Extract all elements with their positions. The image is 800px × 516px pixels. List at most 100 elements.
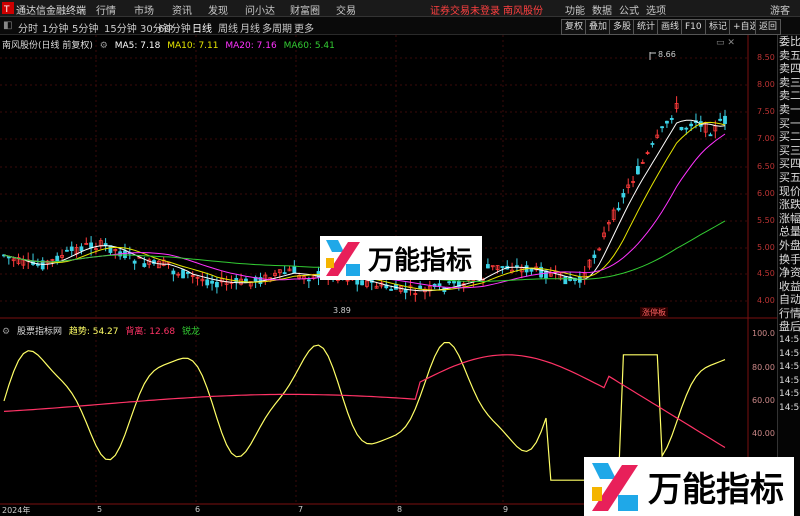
minimize-icon[interactable]: ▭ — [716, 38, 725, 48]
xaxis-label-aug: 8 — [397, 505, 403, 514]
settings-icon[interactable]: ⚙ — [100, 41, 108, 51]
quote-field-label: 卖二 — [779, 89, 800, 103]
high-annotation: 8.66 — [658, 50, 676, 59]
candle-body — [205, 279, 210, 286]
tick-list-item: 14:56 — [779, 403, 800, 414]
ma5-label: MA5: 7.18 — [114, 41, 161, 51]
price-tick: 7.00 — [757, 134, 775, 143]
watermark-center: 万能指标 — [320, 236, 482, 280]
quote-field-label: 委比 — [779, 35, 800, 48]
candle-body — [665, 120, 669, 124]
candle-body — [447, 281, 452, 284]
candle-body — [635, 166, 640, 175]
tick-list-item: 14:56 — [779, 335, 800, 346]
tick-list-item: 行情 — [779, 306, 800, 320]
price-tick: 6.00 — [757, 189, 775, 198]
tick-list-item: 14:56 — [779, 348, 800, 359]
xaxis-label-sep: 9 — [503, 505, 509, 514]
tick-list-item: 14:56 — [779, 389, 800, 400]
candle-body — [65, 249, 69, 252]
candle-body — [544, 270, 548, 279]
candle-body — [132, 260, 137, 264]
candle-body — [79, 246, 84, 252]
candle-body — [723, 115, 727, 124]
quote-field-label: 买四 — [779, 157, 800, 171]
candle-body — [123, 250, 127, 259]
quote-field-label: 外盘 — [779, 238, 800, 252]
indicator-settings-icon[interactable]: ⚙ — [2, 327, 10, 337]
candle-body — [292, 266, 297, 274]
price-tick: 5.50 — [757, 216, 775, 225]
candle-body — [718, 118, 723, 121]
candle-body — [669, 118, 674, 120]
quote-field-label: 买三 — [779, 143, 800, 157]
indicator-tick: 40.00 — [752, 429, 775, 438]
candle-body — [684, 127, 689, 130]
candle-body — [103, 243, 108, 246]
quote-field-label: 卖五 — [779, 48, 800, 62]
watermark-logo-icon — [326, 240, 360, 276]
price-tick: 8.00 — [757, 80, 775, 89]
back-label: 背离: 12.68 — [125, 327, 176, 337]
candle-body — [679, 126, 684, 131]
candle-body — [210, 280, 214, 284]
close-icon[interactable]: ✕ — [727, 38, 735, 48]
candle-body — [592, 254, 597, 258]
stock-name-label: 南风股份(日线 前复权) — [2, 41, 93, 51]
quote-field-label: 买五 — [779, 170, 800, 184]
watermark-text: 万能指标 — [368, 245, 473, 276]
back-line — [3, 354, 726, 449]
quote-field-label: 收益 — [779, 279, 800, 293]
watermark-text-large: 万能指标 — [648, 470, 784, 510]
candle-body — [282, 272, 287, 275]
candle-body — [621, 193, 626, 198]
candle-body — [689, 123, 694, 127]
indicator-name: 股票指标网 — [16, 327, 62, 337]
ma20-label: MA20: 7.16 — [225, 41, 277, 51]
limit-badge: 涨停板 — [642, 307, 666, 317]
candle-body — [69, 246, 74, 252]
xaxis-label-jun: 6 — [195, 505, 201, 514]
candle-body — [389, 289, 394, 291]
price-tick: 4.00 — [757, 296, 775, 305]
candle-body — [485, 264, 490, 269]
candle-body — [650, 143, 655, 145]
trend-label: 趋势: 54.27 — [68, 327, 119, 337]
xaxis-label-jul: 7 — [298, 505, 304, 514]
indicator-tick: 100.0 — [752, 329, 775, 338]
candle-body — [500, 266, 505, 268]
candle-body — [437, 283, 442, 287]
candle-body — [515, 265, 519, 268]
quote-field-label: 卖四 — [779, 62, 800, 76]
candle-body — [660, 126, 664, 129]
quote-field-label: 涨跌 — [779, 198, 800, 212]
watermark-corner: 万能指标 — [584, 457, 794, 516]
price-tick: 4.50 — [757, 269, 775, 278]
quote-field-label: 卖三 — [779, 75, 800, 89]
quote-field-label: 买一 — [779, 116, 800, 130]
quote-field-label: 换手 — [779, 252, 800, 266]
quote-field-label: 总量 — [779, 225, 800, 239]
candle-body — [616, 207, 621, 211]
xaxis-label-year: 2024年 — [2, 506, 31, 515]
ma10-label: MA10: 7.11 — [167, 41, 219, 51]
quote-field-label: 卖一 — [779, 102, 800, 116]
low-annotation: 3.89 — [333, 306, 351, 315]
quote-field-label: 现价 — [779, 184, 800, 198]
ma60-label: MA60: 5.41 — [283, 41, 335, 51]
xaxis-label-may: 5 — [97, 505, 103, 514]
tick-list-item: 14:56 — [779, 375, 800, 386]
price-tick: 6.50 — [757, 162, 775, 171]
candle-body — [181, 269, 185, 279]
indicator-tick: 80.00 — [752, 363, 775, 372]
candle-body — [171, 270, 176, 275]
ma-legend: 南风股份(日线 前复权) ⚙ MA5: 7.18 MA10: 7.11 MA20… — [2, 38, 339, 51]
tick-list-item: 自动 — [779, 293, 800, 307]
candle-body — [708, 134, 713, 137]
dragon-label: 锐龙 — [181, 327, 200, 337]
candle-body — [215, 281, 219, 288]
price-tick: 7.50 — [757, 107, 775, 116]
indicator-legend: ⚙ 股票指标网 趋势: 54.27 背离: 12.68 锐龙 — [2, 324, 204, 337]
candle-body — [360, 280, 364, 286]
tick-list-item: 盘后 — [779, 320, 800, 334]
